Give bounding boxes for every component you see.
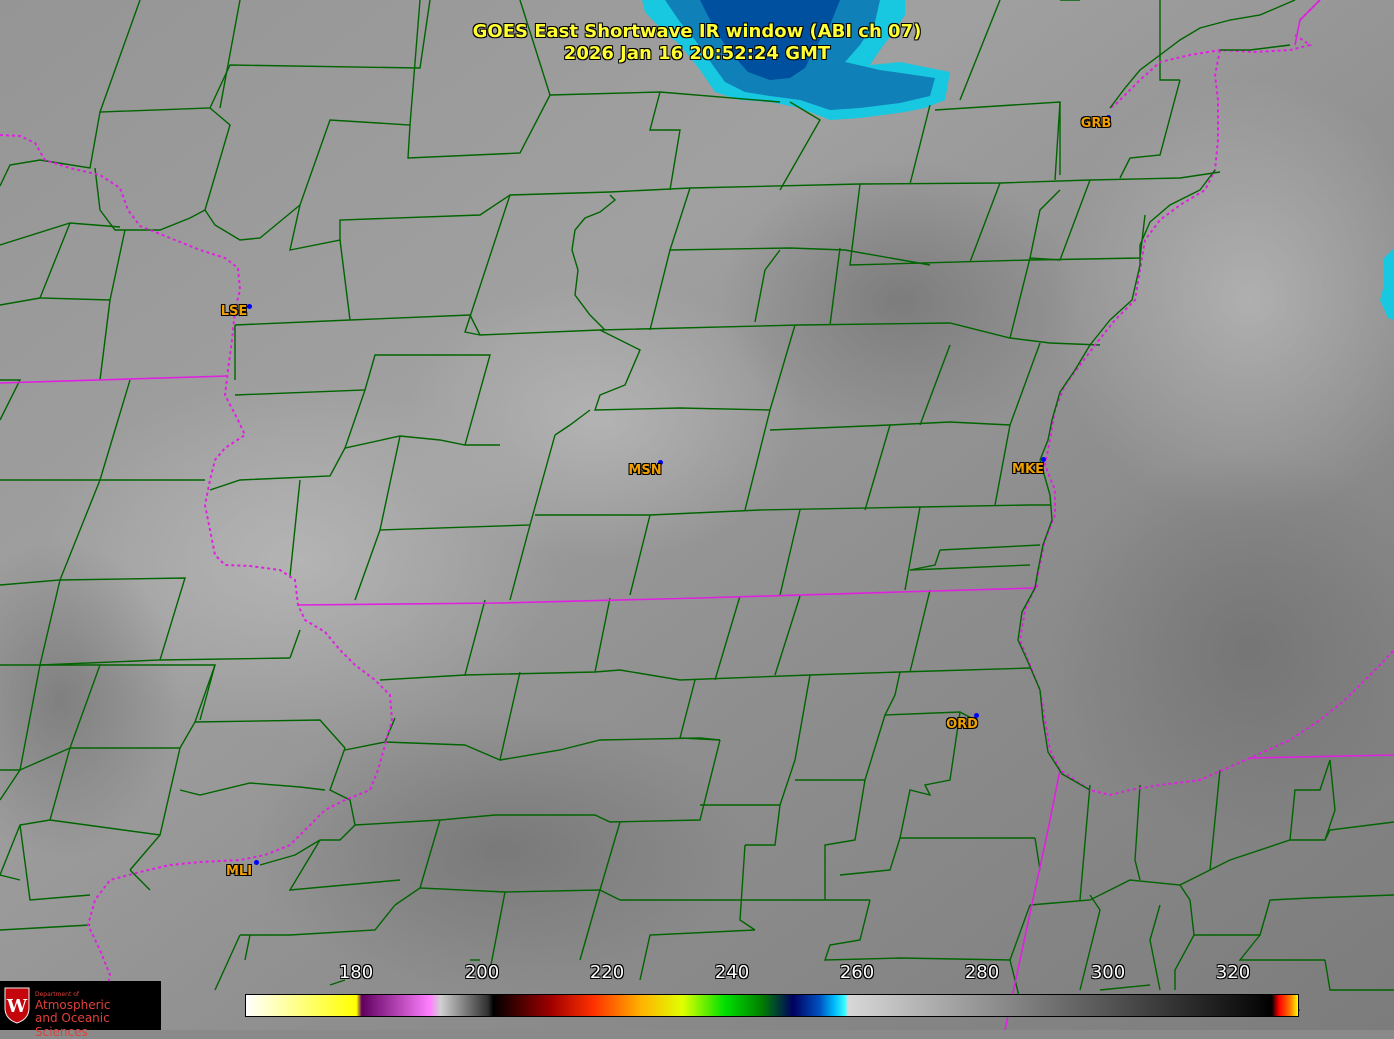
seal-letter: W [6, 996, 28, 1017]
city-label-mke: MKE [1012, 462, 1044, 477]
city-dot-mli [253, 859, 259, 865]
colorbar-tick-label: 240 [714, 962, 750, 983]
city-label-ord: ORD [946, 717, 978, 732]
uw-aos-logo: W Department of Atmospheric and Oceanic … [0, 981, 161, 1039]
colorbar-tick-label: 200 [464, 962, 500, 983]
colorbar-tick-label: 260 [839, 962, 875, 983]
city-label-grb: GRB [1080, 116, 1112, 131]
colorbar [245, 994, 1299, 1017]
city-label-lse: LSE [220, 304, 248, 319]
satellite-map [0, 0, 1394, 1030]
colorbar-tick-label: 300 [1090, 962, 1126, 983]
logo-name-line-2: and Oceanic Sciences [35, 1011, 110, 1039]
city-dot-mke [1040, 456, 1046, 462]
logo-department: Department of [35, 991, 79, 998]
logo-name-line-1: Atmospheric [35, 998, 111, 1012]
title-line-1: GOES East Shortwave IR window (ABI ch 07… [472, 21, 922, 42]
colorbar-tick-label: 320 [1215, 962, 1251, 983]
colorbar-tick-label: 180 [338, 962, 374, 983]
city-label-msn: MSN [628, 463, 662, 478]
title-line-2: 2026 Jan 16 20:52:24 GMT [563, 43, 831, 64]
satellite-imagery [0, 0, 1394, 1030]
uw-seal-icon: W [4, 987, 30, 1024]
colorbar-tick-label: 220 [589, 962, 625, 983]
city-label-mli: MLI [225, 864, 253, 879]
colorbar-tick-label: 280 [964, 962, 1000, 983]
